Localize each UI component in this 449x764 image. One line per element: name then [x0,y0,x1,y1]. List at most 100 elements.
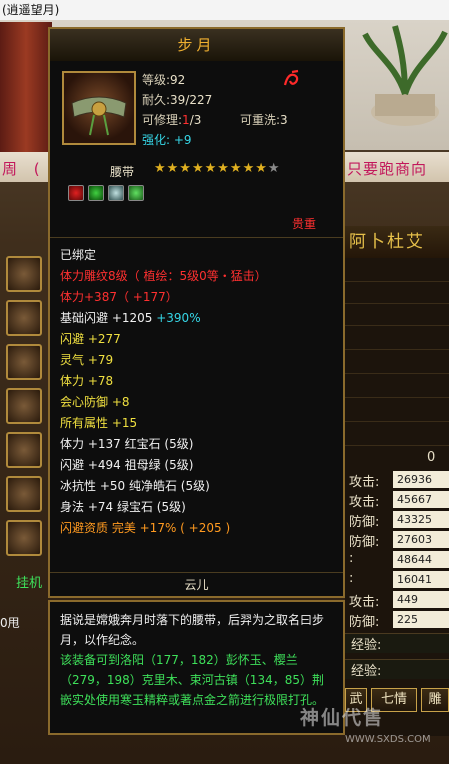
stat-value: 26936 [393,471,449,488]
stat-row: 防御: 43325 [345,510,449,530]
panel-row [345,284,449,304]
stat-label: : [349,551,354,566]
exp-row: 经验: [345,633,449,653]
attribute-line: 身法 +74 绿宝石 (5级) [60,498,186,515]
star-rating: ★★★★★★★★★★ [154,161,281,176]
skill-slot-icon[interactable] [6,344,42,380]
stat-value: 43325 [393,511,449,528]
panel-row [345,402,449,422]
attribute-text: 体力+387（ +177） [60,290,178,304]
stars-filled: ★★★★★★★★★ [154,161,268,176]
repair-label: 可修理: [142,113,183,127]
left-skill-bar [0,256,48,556]
attribute-line: 灵气 +79 [60,351,113,368]
stat-row: 攻击: 45667 [345,490,449,510]
afk-label[interactable]: 挂机 [16,572,42,591]
stat-value: 225 [393,611,449,628]
stat-value: 48644 [393,551,449,568]
attribute-line: 会心防御 +8 [60,393,130,410]
repair-row: 可修理:1/3 [142,111,201,128]
attribute-line: 基础闪避 +1205 +390% [60,309,201,326]
window-title: (逍遥望月) [0,0,449,22]
stat-value: 16041 [393,571,449,588]
stat-row: 防御: 225 [345,610,449,630]
banner-left-text: 周 ( [2,160,46,178]
stat-row: : 48644 [345,550,449,570]
attribute-text: 身法 +74 绿宝石 (5级) [60,500,186,514]
skill-slot-icon[interactable] [6,388,42,424]
belt-slot-icon[interactable] [6,432,42,468]
quality-sigil-icon [282,69,302,94]
description-hint: 该装备可到洛阳（177，182）彭怀玉、樱兰（279，198）克里木、束河古镇（… [60,653,325,707]
attribute-line: 冰抗性 +50 纯净皓石 (5级) [60,477,210,494]
rewash-row: 可重洗:3 [240,111,288,128]
item-name: 步月 [50,29,343,61]
potted-plant [362,25,448,126]
item-attributes: 已绑定体力雕纹8级（ 植绘：5级0等・猛击） 体力+387（ +177） 基础闪避 … [50,237,343,572]
enhance-value: +9 [173,133,192,147]
character-name: 阿卜杜艾 [345,226,449,258]
attribute-line: 所有属性 +15 [60,414,137,431]
left-chat-area: 挂机 0甩 [0,570,48,760]
stars-empty: ★ [267,161,281,176]
attribute-line: 闪避 +494 祖母绿 (5级) [60,456,193,473]
attribute-text: 冰抗性 +50 纯净皓石 (5级) [60,479,210,493]
item-tooltip: 步月 等级:92 耐久:39/227 可修理:1/3 可重洗:3 强化: +9 … [48,27,345,598]
attribute-line: 体力 +137 红宝石 (5级) [60,435,193,452]
ring-slot-icon[interactable] [6,520,42,556]
stat-row: : 16041 [345,570,449,590]
exp-row: 经验: [345,659,449,679]
noble-tag: 贵重 [292,217,317,231]
stat-value: 449 [393,591,449,608]
attribute-bonus: +390% [152,311,201,325]
attribute-line: 已绑定 [60,246,96,263]
attribute-text: 已绑定 [60,248,97,262]
stat-label: 防御: [349,515,380,530]
diamond-gem-icon [108,185,124,201]
stat-value: 27603 [393,531,449,548]
attribute-text: 闪避 +494 祖母绿 (5级) [60,458,194,472]
stat-label: : [349,571,354,586]
panel-row [345,262,449,282]
watermark-url: WWW.SXDS.COM [345,734,431,745]
stat-label: 防御: [349,535,380,550]
banner-right-text: 只要跑商向 [347,160,428,178]
boot-slot-icon[interactable] [6,476,42,512]
emerald-gem-icon [88,185,104,201]
panel-zero-value: 0 [427,450,436,465]
durability-value: 39/227 [170,93,213,107]
attribute-text: 体力 +78 [60,374,114,388]
panel-row [345,306,449,326]
rewash-label: 可重洗: [240,113,281,127]
attribute-text: 灵气 +79 [60,353,114,367]
stat-row: 防御: 27603 [345,530,449,550]
panel-row [345,378,449,398]
enhance-label: 强化: [142,133,171,147]
description-lore: 据说是嫦娥奔月时落下的腰带，后羿为之取名曰步月，以作纪念。 [60,613,325,647]
durability-row: 耐久:39/227 [142,91,212,108]
attribute-text: 体力雕纹8级（ 植绘：5级0等・猛击） [60,269,267,283]
stat-label: 攻击: [349,595,380,610]
stat-label: 攻击: [349,495,380,510]
skill-slot-icon[interactable] [6,256,42,292]
belt-item-icon [62,71,136,145]
skill-slot-icon[interactable] [6,300,42,336]
panel-row [345,426,449,446]
level-label: 等级: [142,73,171,87]
attribute-text: 会心防御 +8 [60,395,130,409]
attribute-line: 体力 +78 [60,372,113,389]
attribute-text: 闪避 +277 [60,332,121,346]
attribute-line: 体力+387（ +177） [60,288,178,305]
green-gem-icon [128,185,144,201]
level-row: 等级:92 [142,71,185,88]
owner-name: 云儿 [50,572,343,596]
rewash-value: 3 [280,113,288,127]
attribute-text: 所有属性 +15 [60,416,138,430]
panel-row [345,330,449,350]
ruby-gem-icon [68,185,84,201]
item-type: 腰带 [110,165,135,179]
attribute-text: 闪避资质 完美 +17% ( +205 ) [60,521,231,535]
attribute-text: 体力 +137 红宝石 (5级) [60,437,194,451]
left-pillar [0,22,52,152]
stat-label: 攻击: [349,475,380,490]
